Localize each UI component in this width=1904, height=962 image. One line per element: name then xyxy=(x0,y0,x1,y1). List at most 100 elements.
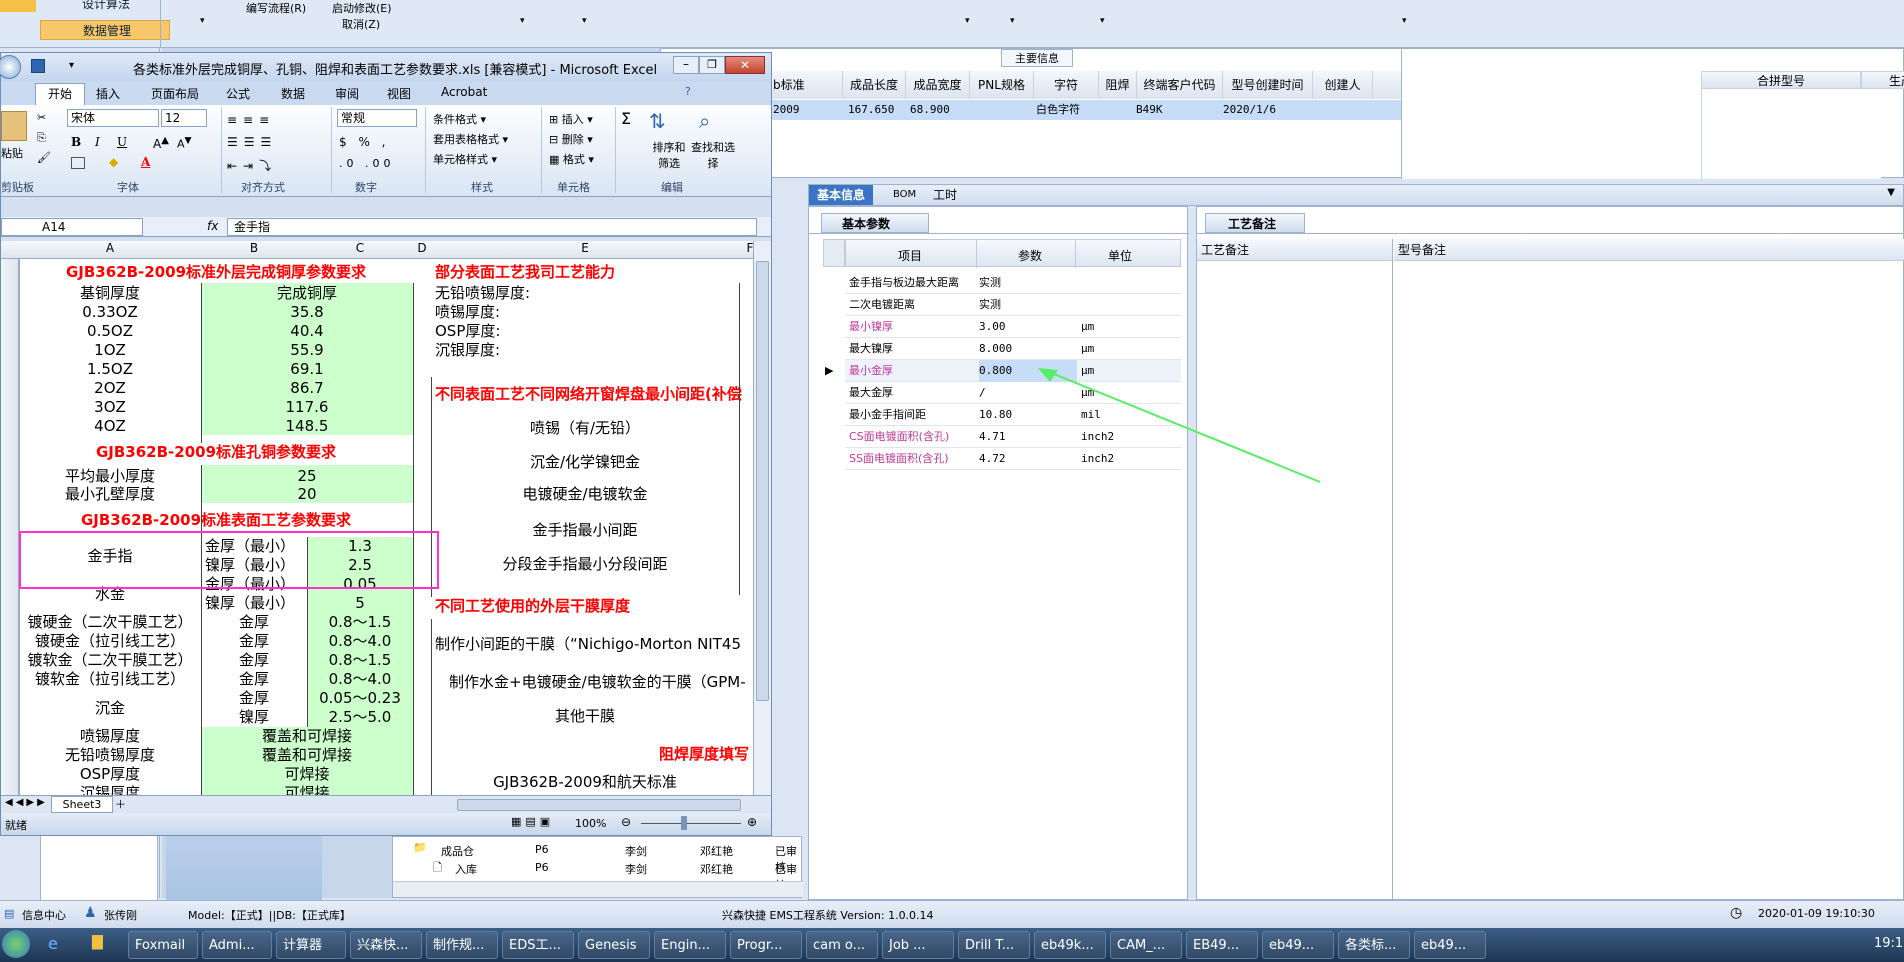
cell[interactable]: 喷锡（有/无铅） xyxy=(431,419,739,437)
taskbar-item[interactable]: Engin... xyxy=(654,931,726,959)
cell[interactable]: 基铜厚度 xyxy=(19,284,201,302)
taskbar-item[interactable]: Foxmail xyxy=(128,931,198,959)
minimize-button[interactable]: – xyxy=(673,56,699,74)
folder-icon[interactable]: ▇ xyxy=(92,934,103,950)
sheet-title[interactable]: GJB362B-2009标准外层完成铜厚参数要求 xyxy=(19,263,413,281)
sheet-title[interactable]: 阻焊厚度填写 xyxy=(659,745,753,763)
name-box[interactable]: A14 xyxy=(1,218,143,236)
sort-filter-label[interactable]: 排序和筛选 xyxy=(649,139,689,171)
taskbar-item[interactable]: eb49... xyxy=(1262,931,1334,959)
format-painter-icon[interactable]: 🖌 xyxy=(37,151,51,164)
param-value[interactable]: 8.000 xyxy=(979,338,1077,360)
cell[interactable]: 最小孔壁厚度 xyxy=(19,485,201,503)
cell[interactable]: 3OZ xyxy=(19,398,201,416)
cell[interactable]: 沉锡厚度 xyxy=(19,784,201,795)
col-header[interactable]: 阻焊 xyxy=(1099,71,1137,99)
taskbar-item[interactable]: Drill T... xyxy=(958,931,1030,959)
col-header[interactable]: 字符 xyxy=(1034,71,1099,99)
cell[interactable]: 平均最小厚度 xyxy=(19,467,201,485)
taskbar-item[interactable]: eb49k... xyxy=(1034,931,1106,959)
cell[interactable]: 0.8～1.5 xyxy=(307,651,413,669)
menu-cancel[interactable]: 取消(Z) xyxy=(342,16,380,32)
cell[interactable]: 40.4 xyxy=(201,322,413,340)
taskbar-item[interactable]: Admi... xyxy=(202,931,272,959)
dropdown-icon[interactable]: ▾ xyxy=(1010,16,1015,26)
find-icon[interactable]: ⌕ xyxy=(699,109,710,133)
cell[interactable]: 分段金手指最小分段间距 xyxy=(431,555,739,573)
col-header[interactable]: 终端客户代码 xyxy=(1137,71,1223,99)
taskbar-item[interactable]: EDS工... xyxy=(502,931,574,959)
taskbar-item[interactable]: Genesis xyxy=(578,931,650,959)
close-button[interactable]: ✕ xyxy=(725,56,765,74)
cell[interactable]: 覆盖和可焊接 xyxy=(201,746,413,764)
dropdown-icon[interactable]: ▾ xyxy=(582,16,587,26)
col-header[interactable]: 成品宽度 xyxy=(906,71,970,99)
shrink-font-button[interactable]: A▼ xyxy=(177,135,192,151)
cell[interactable]: 金厚 xyxy=(201,632,307,650)
process-remark-box[interactable]: 工艺备注 xyxy=(1197,239,1393,899)
taskbar-item[interactable]: CAM_... xyxy=(1110,931,1182,959)
add-sheet-icon[interactable]: ＋ xyxy=(115,796,126,812)
cell[interactable]: 0.8～4.0 xyxy=(307,670,413,688)
cell[interactable]: 沉银厚度: xyxy=(435,341,739,359)
align-top-icons[interactable]: ≡≡≡ xyxy=(227,113,275,127)
sheet-tab[interactable]: Sheet3 xyxy=(51,796,113,813)
taskbar-item[interactable]: 兴森快... xyxy=(350,931,422,959)
sheet-title[interactable]: 不同工艺使用的外层干膜厚度 xyxy=(435,597,753,615)
zoom-slider[interactable] xyxy=(681,816,687,830)
tab-page-layout[interactable]: 页面布局 xyxy=(151,85,199,102)
cell[interactable]: 喷锡厚度: xyxy=(435,303,739,321)
number-format-icons[interactable]: $ % , xyxy=(339,135,389,149)
taskbar-item[interactable]: eb49... xyxy=(1414,931,1486,959)
cell[interactable]: 金厚 xyxy=(201,651,307,669)
italic-button[interactable]: I xyxy=(95,135,100,149)
cell[interactable]: 镀硬金（拉引线工艺） xyxy=(19,632,201,650)
tab-insert[interactable]: 插入 xyxy=(96,85,120,102)
sheet-nav-icons[interactable]: ◀◀▶▶ xyxy=(5,797,48,808)
align-left-icons[interactable]: ☰☰☰ xyxy=(227,135,277,149)
cell[interactable]: 55.9 xyxy=(201,341,413,359)
sum-icon[interactable]: Σ xyxy=(621,109,631,128)
tab-data[interactable]: 数据 xyxy=(281,85,305,102)
selected-row[interactable] xyxy=(661,100,1401,120)
cut-icon[interactable]: ✂ xyxy=(37,111,46,124)
grow-font-button[interactable]: A▲ xyxy=(153,135,169,151)
col-header[interactable]: 创建人 xyxy=(1313,71,1373,99)
cell[interactable]: 无铅喷锡厚度: xyxy=(435,284,739,302)
tab-view[interactable]: 视图 xyxy=(387,85,411,102)
cell[interactable]: 覆盖和可焊接 xyxy=(201,727,413,745)
col-A[interactable]: A xyxy=(19,241,201,255)
taskbar-item[interactable]: 计算器 xyxy=(276,931,346,959)
param-row[interactable]: 二次电镀距离 实测 xyxy=(845,294,1181,316)
fill-color-icon[interactable]: ◆ xyxy=(109,155,118,169)
dropdown-icon[interactable]: ▾ xyxy=(1100,16,1105,26)
zoom-in-icon[interactable]: ⊕ xyxy=(747,815,757,829)
font-color-icon[interactable]: A xyxy=(141,155,150,169)
table-format-button[interactable]: 套用表格格式 ▾ xyxy=(433,131,508,147)
underline-button[interactable]: U xyxy=(117,135,127,149)
col-header[interactable]: 型号创建时间 xyxy=(1223,71,1313,99)
save-icon[interactable] xyxy=(31,59,45,73)
sheet-grid[interactable]: GJB362B-2009标准外层完成铜厚参数要求 基铜厚度 完成铜厚 0.33O… xyxy=(1,259,753,795)
menu-start-modify[interactable]: 启动修改(E) xyxy=(332,0,392,16)
cell[interactable]: 1.5OZ xyxy=(19,360,201,378)
cell[interactable]: 完成铜厚 xyxy=(201,284,413,302)
cell[interactable]: 0.33OZ xyxy=(19,303,201,321)
tab-home[interactable]: 开始 xyxy=(35,83,85,105)
model-remark-box[interactable]: 型号备注 xyxy=(1394,239,1904,899)
number-format-select[interactable]: 常规 xyxy=(337,109,417,127)
vertical-scrollbar[interactable] xyxy=(753,241,771,795)
decimal-icons[interactable]: .0 .00 xyxy=(339,157,395,170)
col-header[interactable]: PNL规格 xyxy=(970,71,1034,99)
horizontal-scrollbar[interactable] xyxy=(393,881,803,897)
cell[interactable]: 其他干膜 xyxy=(431,707,739,725)
col-header[interactable]: 成品长度 xyxy=(843,71,906,99)
indent-icons[interactable]: ⇤⇥⤵ xyxy=(227,157,277,174)
function-icon[interactable]: fx xyxy=(207,219,218,233)
tree-row[interactable]: 🗋 入库 P6 李剑 邓红艳 已审核 xyxy=(433,859,803,892)
customize-icon[interactable]: ▾ xyxy=(69,60,74,71)
tab-worktime[interactable]: 工时 xyxy=(925,185,965,205)
ie-icon[interactable]: e xyxy=(48,934,58,953)
cell[interactable]: 5 xyxy=(307,594,413,612)
font-name-select[interactable]: 宋体 xyxy=(67,109,159,127)
